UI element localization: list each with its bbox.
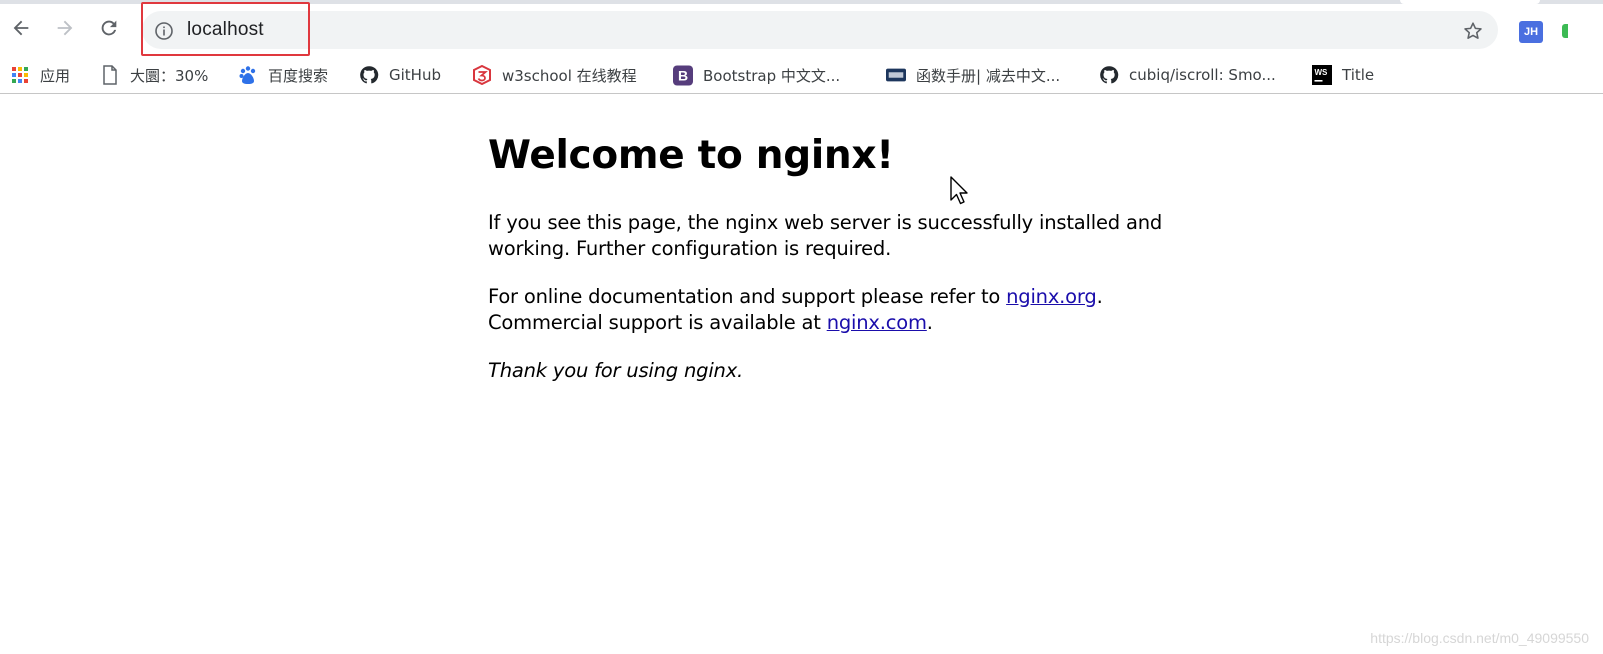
- bookmark-label: cubiq/iscroll: Smo...: [1129, 66, 1276, 84]
- github-icon: [1099, 65, 1119, 85]
- reload-icon: [101, 20, 117, 36]
- svg-text:B: B: [678, 67, 688, 83]
- bootstrap-icon: B: [673, 65, 693, 85]
- commercial-text: Commercial support is available at: [488, 311, 827, 334]
- bookmark-title[interactable]: WS Title: [1312, 62, 1374, 88]
- bookmark-star-icon[interactable]: [1462, 20, 1484, 42]
- bookmark-github[interactable]: GitHub: [359, 62, 441, 88]
- w3school-icon: [472, 65, 492, 85]
- bookmark-label: 应用: [40, 66, 71, 85]
- watermark: https://blog.csdn.net/m0_49099550: [1370, 630, 1589, 646]
- extension-icon[interactable]: [1562, 24, 1568, 38]
- reload-button[interactable]: [94, 13, 124, 43]
- nginx-org-link[interactable]: nginx.org: [1006, 285, 1097, 308]
- bookmark-iscroll[interactable]: cubiq/iscroll: Smo...: [1099, 62, 1276, 88]
- profile-avatar[interactable]: JH: [1519, 21, 1543, 43]
- svg-text:WS: WS: [1315, 68, 1329, 77]
- nginx-welcome-page: Welcome to nginx! If you see this page, …: [488, 130, 1248, 406]
- bookmarks-bar: 应用 大圜：30% 百度搜索 GitHub w3school 在线教程 B Bo…: [0, 56, 1603, 94]
- bookmark-bootstrap[interactable]: B Bootstrap 中文文...: [673, 62, 840, 88]
- bookmark-label: 百度搜索: [268, 66, 329, 85]
- bookmark-label: 大圜：30%: [130, 66, 209, 85]
- bookmark-label: 函数手册| 减去中文...: [916, 66, 1061, 85]
- bookmark-w3school[interactable]: w3school 在线教程: [472, 62, 637, 88]
- address-bar[interactable]: [142, 11, 1498, 49]
- url-text[interactable]: localhost: [187, 19, 264, 41]
- bookmark-label: Title: [1342, 66, 1375, 84]
- back-button[interactable]: [6, 13, 36, 43]
- bookmark-label: Bootstrap 中文文...: [703, 66, 841, 85]
- bookmark-baidu[interactable]: 百度搜索: [238, 62, 328, 88]
- profile-initials: JH: [1523, 26, 1539, 38]
- docs-period: .: [1096, 285, 1103, 308]
- page-heading: Welcome to nginx!: [488, 133, 894, 178]
- less-icon: [886, 65, 906, 85]
- apps-grid-icon: [10, 65, 30, 85]
- commercial-period: .: [926, 311, 933, 334]
- page-icon: [100, 65, 120, 85]
- forward-button[interactable]: [50, 13, 80, 43]
- bookmark-apps[interactable]: 应用: [10, 62, 70, 88]
- docs-text: For online documentation and support ple…: [488, 285, 1007, 308]
- arrow-left-icon: [13, 20, 29, 36]
- thanks-text: Thank you for using nginx.: [488, 359, 744, 382]
- webstorm-icon: WS: [1312, 65, 1332, 85]
- arrow-right-icon: [57, 20, 73, 36]
- bookmark-page[interactable]: 大圜：30%: [100, 62, 208, 88]
- bookmark-label: w3school 在线教程: [502, 66, 637, 85]
- intro-paragraph: If you see this page, the nginx web serv…: [488, 211, 1163, 260]
- nginx-com-link[interactable]: nginx.com: [827, 311, 927, 334]
- bookmark-less[interactable]: 函数手册| 减去中文...: [886, 62, 1060, 88]
- info-icon[interactable]: [154, 21, 174, 41]
- browser-toolbar: localhost JH: [0, 4, 1603, 54]
- github-icon: [359, 65, 379, 85]
- mouse-cursor-icon: [950, 176, 968, 205]
- docs-paragraph: For online documentation and support ple…: [488, 284, 1248, 336]
- baidu-paw-icon: [238, 65, 258, 85]
- bookmark-label: GitHub: [389, 66, 441, 84]
